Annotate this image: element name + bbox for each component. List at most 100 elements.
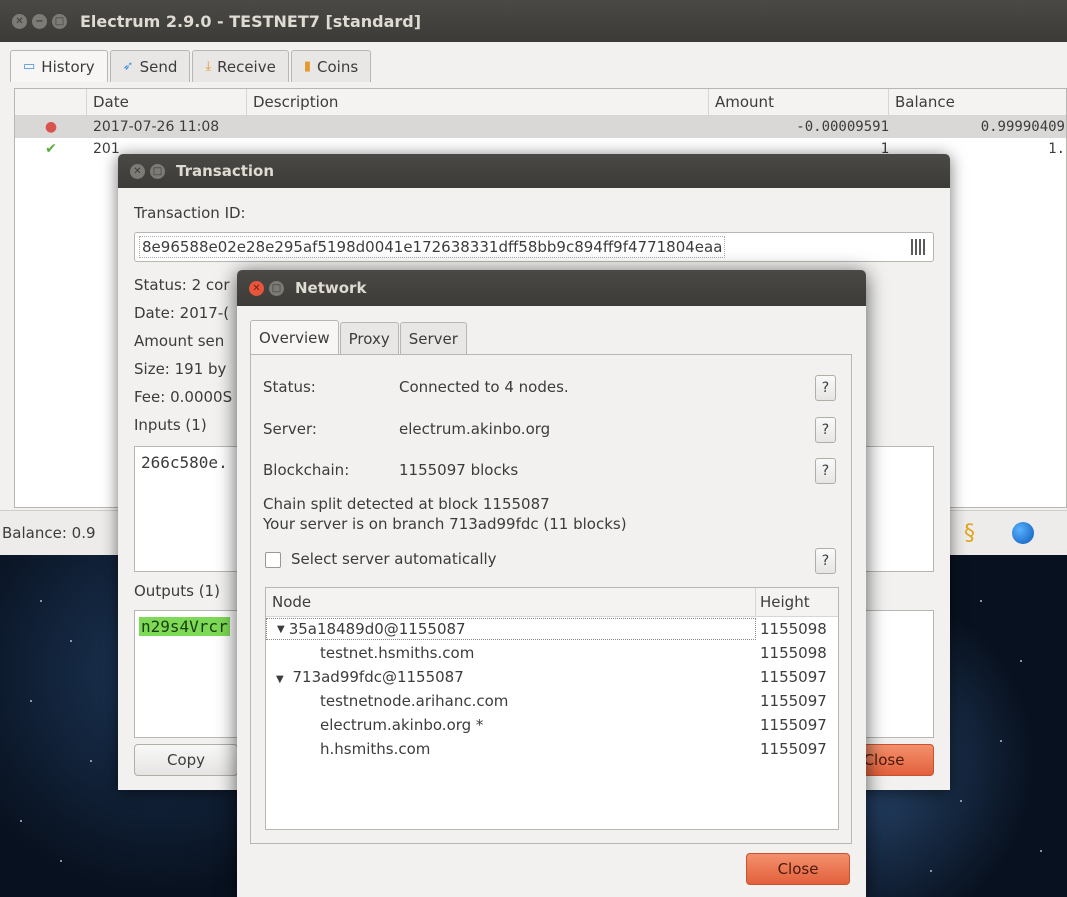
status-value: Connected to 4 nodes. (399, 378, 569, 396)
copy-button[interactable]: Copy (134, 744, 238, 776)
coins-icon: ▮ (303, 59, 311, 74)
server-height: 1155097 (760, 692, 827, 710)
maximize-window-icon[interactable]: □ (269, 280, 284, 296)
send-icon: ➶ (122, 59, 134, 74)
inputs-label: Inputs (1) (134, 416, 207, 434)
table-row[interactable]: ● 2017-07-26 11:08 -0.00009591 0.9999040… (15, 116, 1066, 138)
header-balance[interactable]: Balance (889, 89, 1065, 115)
header-description[interactable]: Description (247, 89, 709, 115)
branch-name: 35a18489d0@1155087 (288, 620, 466, 638)
txid-label: Transaction ID: (134, 204, 246, 222)
maximize-window-icon[interactable]: □ (52, 13, 67, 29)
history-header: Date Description Amount Balance (15, 89, 1066, 116)
tab-label: Receive (217, 57, 276, 76)
header-date[interactable]: Date (87, 89, 247, 115)
tx-amount-sent: Amount sen (134, 332, 225, 350)
tree-row-branch[interactable]: ▼ 713ad99fdc@1155087 1155097 (266, 665, 838, 689)
header-height[interactable]: Height (756, 593, 838, 611)
minimize-window-icon[interactable]: − (32, 13, 47, 29)
star (30, 700, 32, 702)
star (40, 600, 42, 602)
row-amount: -0.00009591 (796, 119, 889, 135)
blockchain-label: Blockchain: (263, 461, 350, 479)
network-dialog: ✕ □ Network Overview Proxy Server Status… (237, 270, 866, 897)
tab-proxy[interactable]: Proxy (339, 322, 399, 354)
row-date: 2017-07-26 11:08 (93, 119, 220, 135)
server-name: testnetnode.arihanc.com (320, 692, 509, 710)
tab-overview[interactable]: Overview (250, 320, 339, 354)
tree-row-server[interactable]: testnetnode.arihanc.com 1155097 (266, 689, 838, 713)
receive-icon: ⤓ (205, 59, 212, 74)
close-window-icon[interactable]: ✕ (130, 163, 145, 179)
tx-date: Date: 2017-( (134, 304, 230, 322)
auto-select-label: Select server automatically (291, 550, 497, 568)
row-balance: 0.99990409 (980, 119, 1065, 135)
overview-panel: Status: Connected to 4 nodes. ? Server: … (250, 354, 852, 844)
star (1040, 850, 1042, 852)
close-button[interactable]: Close (746, 853, 850, 885)
qr-code-icon[interactable] (911, 239, 927, 255)
star (20, 820, 22, 822)
balance-label: Balance: 0.9 (2, 524, 96, 542)
tab-history[interactable]: ▭ History (10, 50, 108, 82)
pending-clock-icon: ● (44, 119, 58, 135)
history-icon: ▭ (23, 59, 36, 74)
network-status-icon[interactable] (1012, 522, 1034, 544)
branch-height: 1155097 (760, 668, 827, 686)
tree-row-server[interactable]: testnet.hsmiths.com 1155098 (266, 641, 838, 665)
star (980, 600, 982, 602)
server-height: 1155097 (760, 740, 827, 758)
server-name: testnet.hsmiths.com (320, 644, 475, 662)
input-value: 266c580e. (141, 453, 228, 472)
tab-coins[interactable]: ▮ Coins (290, 50, 372, 82)
server-help-button[interactable]: ? (815, 417, 836, 443)
tab-receive[interactable]: ⤓ Receive (192, 50, 289, 82)
status-label: Status: (263, 378, 316, 396)
transaction-titlebar: ✕ □ Transaction (118, 154, 950, 188)
blockchain-help-button[interactable]: ? (815, 458, 836, 484)
tree-row-server[interactable]: electrum.akinbo.org * 1155097 (266, 713, 838, 737)
output-value: n29s4Vrcr (139, 617, 230, 636)
close-window-icon[interactable]: ✕ (249, 280, 264, 296)
tree-row-branch[interactable]: ▼ 35a18489d0@1155087 1155098 (266, 617, 838, 641)
txid-field[interactable]: 8e96588e02e28e295af5198d0041e172638331df… (134, 232, 934, 262)
maximize-window-icon[interactable]: □ (150, 163, 165, 179)
star (1020, 660, 1022, 662)
outputs-label: Outputs (1) (134, 582, 220, 600)
star (960, 800, 962, 802)
server-tree[interactable]: Node Height ▼ 35a18489d0@1155087 1155098… (265, 587, 839, 830)
tree-header: Node Height (266, 588, 838, 617)
server-name: h.hsmiths.com (320, 740, 431, 758)
server-label: Server: (263, 420, 317, 438)
auto-select-help-button[interactable]: ? (815, 548, 836, 574)
server-value: electrum.akinbo.org (399, 420, 551, 438)
auto-select-checkbox[interactable] (265, 552, 281, 568)
star (70, 640, 72, 642)
status-help-button[interactable]: ? (815, 375, 836, 401)
network-tabs: Overview Proxy Server (250, 320, 468, 354)
dialog-title: Network (295, 279, 367, 297)
chain-split-text: Chain split detected at block 1155087 (263, 495, 550, 513)
blockchain-value: 1155097 blocks (399, 461, 519, 479)
header-amount[interactable]: Amount (709, 89, 889, 115)
tree-row-server[interactable]: h.hsmiths.com 1155097 (266, 737, 838, 761)
expand-arrow-icon[interactable]: ▼ (277, 624, 285, 635)
txid-value: 8e96588e02e28e295af5198d0041e172638331df… (139, 236, 726, 258)
confirmed-check-icon: ✔ (45, 141, 57, 157)
expand-arrow-icon[interactable]: ▼ (276, 674, 284, 685)
server-name: electrum.akinbo.org * (320, 716, 484, 734)
tab-server[interactable]: Server (399, 322, 467, 354)
header-node[interactable]: Node (266, 588, 756, 616)
server-height: 1155098 (760, 644, 827, 662)
tx-fee: Fee: 0.0000S (134, 388, 233, 406)
network-titlebar: ✕ □ Network (237, 270, 866, 306)
seed-icon[interactable]: § (964, 521, 975, 546)
close-window-icon[interactable]: ✕ (12, 13, 27, 29)
main-tabs: ▭ History ➶ Send ⤓ Receive ▮ Coins (10, 50, 373, 82)
header-icon-col (15, 89, 87, 115)
tab-send[interactable]: ➶ Send (109, 50, 191, 82)
star (930, 870, 932, 872)
branch-height: 1155098 (760, 620, 827, 638)
tab-label: History (41, 57, 95, 76)
tx-status: Status: 2 cor (134, 276, 230, 294)
